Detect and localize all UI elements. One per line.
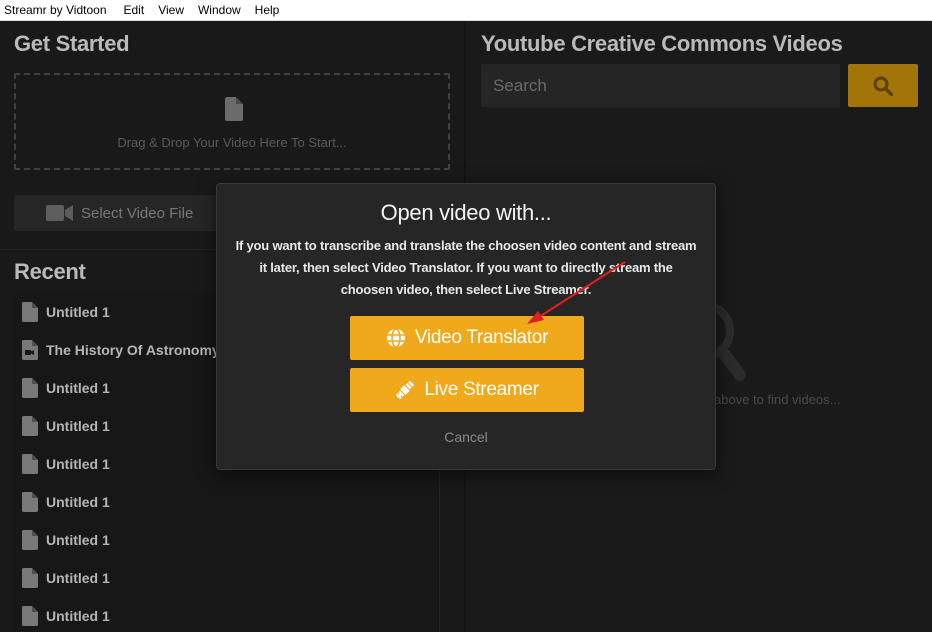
cancel-button[interactable]: Cancel (217, 429, 715, 445)
video-translator-button[interactable]: Video Translator (350, 316, 584, 360)
app-title: Streamr by Vidtoon (4, 3, 107, 17)
menu-edit[interactable]: Edit (117, 3, 152, 17)
globe-icon (386, 328, 405, 348)
open-video-dialog: Open video with... If you want to transc… (216, 183, 716, 470)
menu-help[interactable]: Help (248, 3, 287, 17)
dialog-description: If you want to transcribe and translate … (235, 238, 697, 297)
menu-window[interactable]: Window (191, 3, 248, 17)
live-streamer-button[interactable]: Live Streamer (350, 368, 584, 412)
menu-bar: Streamr by Vidtoon Edit View Window Help (0, 0, 932, 21)
menu-view[interactable]: View (151, 3, 191, 17)
video-translator-label: Video Translator (414, 327, 549, 348)
satellite-icon (396, 380, 415, 400)
dialog-title: Open video with... (380, 200, 552, 225)
live-streamer-label: Live Streamer (424, 379, 539, 400)
